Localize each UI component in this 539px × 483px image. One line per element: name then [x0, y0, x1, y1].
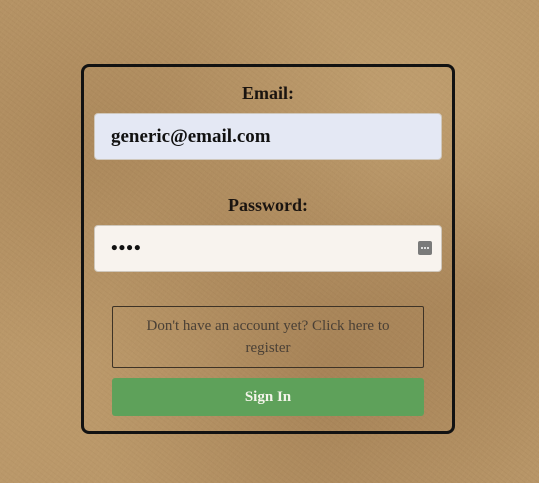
password-label: Password: — [228, 195, 308, 215]
sign-in-button[interactable]: Sign In — [112, 378, 424, 416]
password-field[interactable] — [94, 225, 442, 272]
email-label: Email: — [242, 83, 294, 103]
login-card: Email: Password: Don't have an account y… — [81, 64, 455, 434]
email-field[interactable] — [94, 113, 442, 160]
register-link[interactable]: Don't have an account yet? Click here to… — [112, 306, 424, 368]
password-reveal-icon[interactable] — [418, 241, 432, 255]
